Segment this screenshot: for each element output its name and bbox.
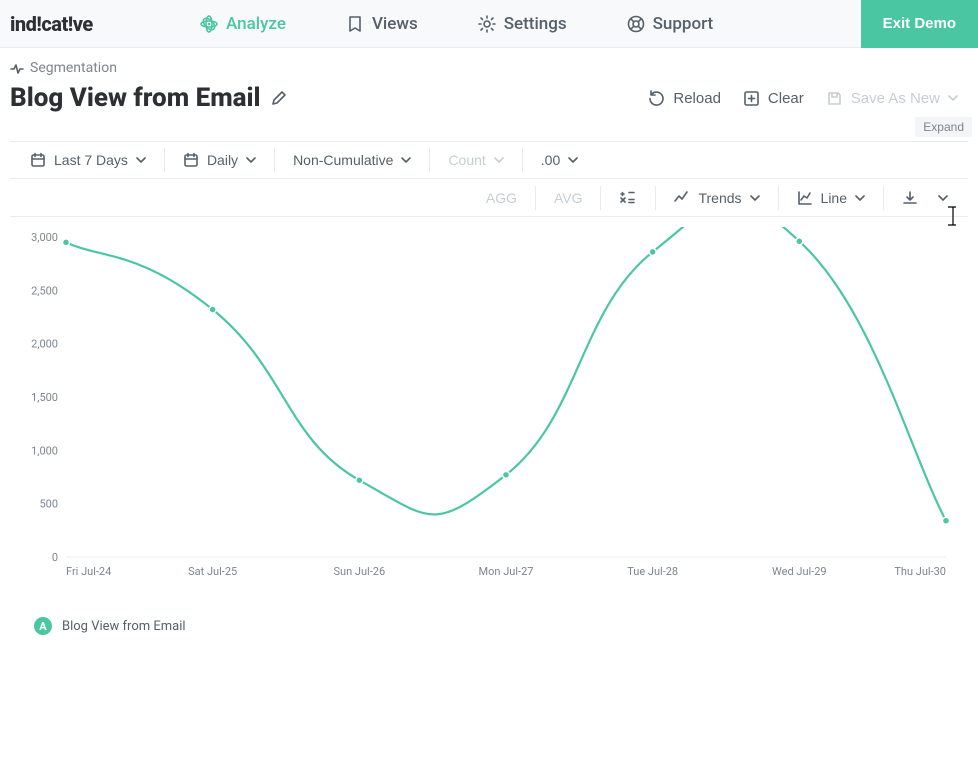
svg-text:Thu Jul-30: Thu Jul-30: [894, 565, 946, 578]
svg-text:3,000: 3,000: [31, 231, 58, 244]
nav-analyze-label: Analyze: [226, 14, 286, 34]
line-chart-icon: [797, 190, 813, 206]
date-range-select[interactable]: Last 7 Days: [20, 142, 156, 178]
chevron-down-icon: [568, 155, 578, 165]
accumulation-label: Non-Cumulative: [293, 152, 393, 168]
formula-button[interactable]: [609, 180, 647, 216]
chevron-down-icon: [494, 155, 504, 165]
chevron-down-icon: [750, 193, 760, 203]
breadcrumb-label: Segmentation: [30, 60, 117, 76]
metric-select[interactable]: Count: [438, 142, 513, 178]
svg-text:Wed Jul-29: Wed Jul-29: [772, 565, 827, 578]
chart-container: 0 500 1,000 1,500 2,000 2,500 3,000 Fri Jul-24 S…: [0, 217, 978, 635]
gear-icon: [478, 15, 496, 33]
svg-text:0: 0: [52, 551, 58, 564]
exit-demo-button[interactable]: Exit Demo: [861, 0, 978, 48]
nav-settings[interactable]: Settings: [478, 14, 567, 34]
calendar-icon: [30, 152, 46, 168]
breadcrumb[interactable]: Segmentation: [10, 60, 117, 76]
page-header: Segmentation Blog View from Email Reload…: [0, 48, 978, 113]
reload-icon: [648, 90, 665, 107]
reload-label: Reload: [673, 90, 721, 107]
clear-button[interactable]: Clear: [743, 90, 804, 107]
download-icon: [902, 190, 918, 206]
granularity-select[interactable]: Daily: [173, 142, 266, 178]
toolbar-secondary: AGG AVG Trends Line: [10, 179, 968, 217]
nav-settings-label: Settings: [504, 14, 567, 34]
metric-label: Count: [448, 152, 485, 168]
trends-label: Trends: [698, 190, 741, 206]
nav-analyze[interactable]: Analyze: [200, 14, 286, 34]
line-chart: 0 500 1,000 1,500 2,000 2,500 3,000 Fri Jul-24 S…: [16, 227, 956, 587]
nav-support[interactable]: Support: [627, 14, 714, 34]
lifebuoy-icon: [627, 15, 645, 33]
bookmark-icon: [346, 15, 364, 33]
nav-support-label: Support: [653, 14, 714, 34]
chevron-down-icon: [136, 155, 146, 165]
nav-views-label: Views: [372, 14, 418, 34]
plus-square-icon: [743, 90, 760, 107]
svg-text:2,000: 2,000: [31, 338, 58, 351]
avg-button[interactable]: AVG: [544, 180, 593, 216]
save-as-new-button[interactable]: Save As New: [826, 90, 958, 107]
expand-button[interactable]: Expand: [915, 117, 972, 137]
legend-label: Blog View from Email: [62, 619, 186, 634]
svg-text:500: 500: [39, 498, 58, 511]
trend-icon: [674, 190, 690, 206]
page-title: Blog View from Email: [10, 83, 261, 113]
save-label: Save As New: [851, 90, 940, 107]
decimals-select[interactable]: .00: [531, 142, 588, 178]
download-button[interactable]: [892, 180, 928, 216]
text-caret-icon: [946, 205, 960, 227]
svg-text:2,500: 2,500: [31, 284, 58, 297]
chevron-down-icon: [855, 193, 865, 203]
page-actions: Reload Clear Save As New: [648, 90, 968, 107]
brand-logo: ind!cat!ve: [10, 12, 200, 36]
calendar-icon: [183, 152, 199, 168]
svg-text:Sat Jul-25: Sat Jul-25: [188, 565, 237, 578]
clear-label: Clear: [768, 90, 804, 107]
svg-text:1,000: 1,000: [31, 444, 58, 457]
reload-button[interactable]: Reload: [648, 90, 721, 107]
granularity-label: Daily: [207, 152, 238, 168]
chevron-down-icon: [246, 155, 256, 165]
decimals-label: .00: [541, 152, 560, 168]
chart-type-select[interactable]: Line: [787, 180, 875, 216]
svg-text:Mon Jul-27: Mon Jul-27: [479, 565, 534, 578]
nav-items: Analyze Views Settings Support: [200, 14, 713, 34]
svg-text:Fri Jul-24: Fri Jul-24: [66, 565, 111, 578]
chevron-down-icon: [401, 155, 411, 165]
pulse-icon: [10, 61, 24, 75]
legend-badge: A: [34, 617, 52, 635]
nav-views[interactable]: Views: [346, 14, 418, 34]
pencil-icon[interactable]: [271, 90, 287, 106]
toolbar-primary: Last 7 Days Daily Non-Cumulative Count .…: [10, 141, 968, 179]
chart-legend: A Blog View from Email: [16, 587, 962, 635]
atom-icon: [200, 15, 218, 33]
save-icon: [826, 90, 843, 107]
top-nav: ind!cat!ve Analyze Views Settings: [0, 0, 978, 48]
chevron-down-icon: [938, 193, 948, 203]
accumulation-select[interactable]: Non-Cumulative: [283, 142, 421, 178]
agg-button[interactable]: AGG: [476, 180, 527, 216]
chart-type-label: Line: [821, 190, 847, 206]
svg-text:1,500: 1,500: [31, 391, 58, 404]
date-range-label: Last 7 Days: [54, 152, 128, 168]
svg-text:Tue Jul-28: Tue Jul-28: [627, 565, 678, 578]
chevron-down-icon: [948, 93, 958, 103]
formula-icon: [619, 190, 637, 206]
svg-text:Sun Jul-26: Sun Jul-26: [334, 565, 386, 578]
trends-select[interactable]: Trends: [664, 180, 769, 216]
